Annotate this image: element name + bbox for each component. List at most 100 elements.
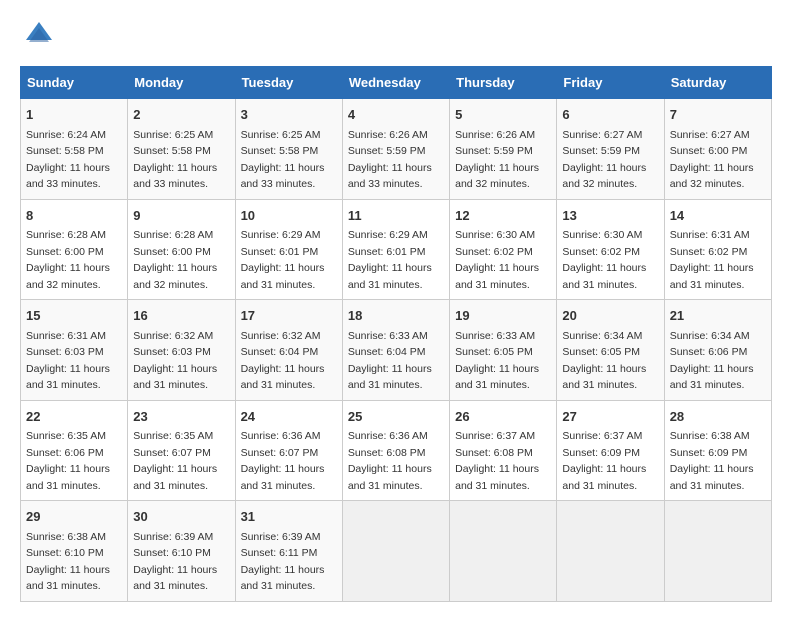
day-info: Sunrise: 6:37 AMSunset: 6:09 PMDaylight:… (562, 430, 646, 492)
calendar-week-row: 22 Sunrise: 6:35 AMSunset: 6:06 PMDayligh… (21, 400, 772, 501)
page-header (20, 20, 772, 50)
calendar-day-cell: 15 Sunrise: 6:31 AMSunset: 6:03 PMDayligh… (21, 300, 128, 401)
day-of-week-header: Monday (128, 67, 235, 99)
calendar-day-cell: 27 Sunrise: 6:37 AMSunset: 6:09 PMDayligh… (557, 400, 664, 501)
calendar-day-cell: 20Sunrise: 6:34 AMSunset: 6:05 PMDayligh… (557, 300, 664, 401)
day-info: Sunrise: 6:32 AMSunset: 6:04 PMDaylight:… (241, 330, 325, 392)
day-number: 1 (26, 105, 122, 125)
day-number: 21 (670, 306, 766, 326)
calendar-day-cell: 8Sunrise: 6:28 AMSunset: 6:00 PMDaylight… (21, 199, 128, 300)
day-info: Sunrise: 6:25 AMSunset: 5:58 PMDaylight:… (241, 129, 325, 191)
calendar-day-cell: 25 Sunrise: 6:36 AMSunset: 6:08 PMDayligh… (342, 400, 449, 501)
calendar-day-cell: 4Sunrise: 6:26 AMSunset: 5:59 PMDaylight… (342, 99, 449, 200)
day-info: Sunrise: 6:32 AMSunset: 6:03 PMDaylight:… (133, 330, 217, 392)
calendar-day-cell: 11 Sunrise: 6:29 AMSunset: 6:01 PMDayligh… (342, 199, 449, 300)
day-number: 23 (133, 407, 229, 427)
logo (20, 20, 54, 50)
day-number: 2 (133, 105, 229, 125)
calendar-day-cell: 10 Sunrise: 6:29 AMSunset: 6:01 PMDayligh… (235, 199, 342, 300)
day-of-week-header: Saturday (664, 67, 771, 99)
day-info: Sunrise: 6:39 AMSunset: 6:10 PMDaylight:… (133, 531, 217, 593)
calendar-day-cell: 2 Sunrise: 6:25 AMSunset: 5:58 PMDaylight… (128, 99, 235, 200)
calendar-week-row: 1 Sunrise: 6:24 AMSunset: 5:58 PMDaylight… (21, 99, 772, 200)
calendar-week-row: 8 Sunrise: 6:28 AMSunset: 6:00 PMDaylight… (21, 199, 772, 300)
calendar-day-cell: 21 Sunrise: 6:34 AMSunset: 6:06 PMDayligh… (664, 300, 771, 401)
calendar-day-cell: 22 Sunrise: 6:35 AMSunset: 6:06 PMDayligh… (21, 400, 128, 501)
day-info: Sunrise: 6:38 AMSunset: 6:10 PMDaylight:… (26, 531, 110, 593)
day-number: 18 (348, 306, 444, 326)
calendar-week-row: 15 Sunrise: 6:31 AMSunset: 6:03 PMDayligh… (21, 300, 772, 401)
day-number: 8 (26, 206, 122, 226)
day-info: Sunrise: 6:31 AMSunset: 6:02 PMDaylight:… (670, 229, 754, 291)
day-number: 10 (241, 206, 337, 226)
day-number: 11 (348, 206, 444, 226)
calendar-day-cell: 29 Sunrise: 6:38 AMSunset: 6:10 PMDayligh… (21, 501, 128, 602)
calendar-day-cell: 18 Sunrise: 6:33 AMSunset: 6:04 PMDayligh… (342, 300, 449, 401)
day-number: 16 (133, 306, 229, 326)
calendar-day-cell: 26 Sunrise: 6:37 AMSunset: 6:08 PMDayligh… (450, 400, 557, 501)
day-info: Sunrise: 6:24 AMSunset: 5:58 PMDaylight:… (26, 129, 110, 191)
day-number: 29 (26, 507, 122, 527)
day-info: Sunrise: 6:33 AMSunset: 6:05 PMDaylight:… (455, 330, 539, 392)
day-of-week-header: Sunday (21, 67, 128, 99)
day-info: Sunrise: 6:33 AMSunset: 6:04 PMDaylight:… (348, 330, 432, 392)
day-info: Sunrise: 6:27 AMSunset: 5:59 PMDaylight:… (562, 129, 646, 191)
logo-icon (24, 20, 54, 50)
day-info: Sunrise: 6:30 AMSunset: 6:02 PMDaylight:… (562, 229, 646, 291)
calendar-day-cell (557, 501, 664, 602)
day-info: Sunrise: 6:30 AMSunset: 6:02 PMDaylight:… (455, 229, 539, 291)
day-number: 26 (455, 407, 551, 427)
day-number: 25 (348, 407, 444, 427)
calendar-day-cell (664, 501, 771, 602)
calendar-day-cell (450, 501, 557, 602)
calendar-day-cell: 30 Sunrise: 6:39 AMSunset: 6:10 PMDayligh… (128, 501, 235, 602)
day-number: 13 (562, 206, 658, 226)
day-number: 19 (455, 306, 551, 326)
day-info: Sunrise: 6:27 AMSunset: 6:00 PMDaylight:… (670, 129, 754, 191)
day-info: Sunrise: 6:31 AMSunset: 6:03 PMDaylight:… (26, 330, 110, 392)
day-info: Sunrise: 6:38 AMSunset: 6:09 PMDaylight:… (670, 430, 754, 492)
day-info: Sunrise: 6:36 AMSunset: 6:07 PMDaylight:… (241, 430, 325, 492)
calendar-day-cell: 17 Sunrise: 6:32 AMSunset: 6:04 PMDayligh… (235, 300, 342, 401)
day-number: 9 (133, 206, 229, 226)
day-number: 12 (455, 206, 551, 226)
day-number: 17 (241, 306, 337, 326)
day-info: Sunrise: 6:25 AMSunset: 5:58 PMDaylight:… (133, 129, 217, 191)
day-number: 20 (562, 306, 658, 326)
day-info: Sunrise: 6:35 AMSunset: 6:07 PMDaylight:… (133, 430, 217, 492)
day-number: 30 (133, 507, 229, 527)
day-number: 3 (241, 105, 337, 125)
day-number: 28 (670, 407, 766, 427)
calendar-day-cell: 1 Sunrise: 6:24 AMSunset: 5:58 PMDaylight… (21, 99, 128, 200)
calendar-week-row: 29 Sunrise: 6:38 AMSunset: 6:10 PMDayligh… (21, 501, 772, 602)
day-number: 27 (562, 407, 658, 427)
calendar-day-cell: 12 Sunrise: 6:30 AMSunset: 6:02 PMDayligh… (450, 199, 557, 300)
calendar-header-row: SundayMondayTuesdayWednesdayThursdayFrid… (21, 67, 772, 99)
calendar-day-cell: 24 Sunrise: 6:36 AMSunset: 6:07 PMDayligh… (235, 400, 342, 501)
day-info: Sunrise: 6:34 AMSunset: 6:06 PMDaylight:… (670, 330, 754, 392)
calendar-day-cell: 19 Sunrise: 6:33 AMSunset: 6:05 PMDayligh… (450, 300, 557, 401)
day-number: 22 (26, 407, 122, 427)
day-info: Sunrise: 6:35 AMSunset: 6:06 PMDaylight:… (26, 430, 110, 492)
day-info: Sunrise: 6:28 AMSunset: 6:00 PMDaylight:… (133, 229, 217, 291)
calendar-day-cell: 14Sunrise: 6:31 AMSunset: 6:02 PMDayligh… (664, 199, 771, 300)
calendar-day-cell: 6 Sunrise: 6:27 AMSunset: 5:59 PMDaylight… (557, 99, 664, 200)
day-number: 24 (241, 407, 337, 427)
day-number: 7 (670, 105, 766, 125)
day-info: Sunrise: 6:36 AMSunset: 6:08 PMDaylight:… (348, 430, 432, 492)
calendar-day-cell: 9 Sunrise: 6:28 AMSunset: 6:00 PMDaylight… (128, 199, 235, 300)
calendar-day-cell: 3 Sunrise: 6:25 AMSunset: 5:58 PMDaylight… (235, 99, 342, 200)
calendar-table: SundayMondayTuesdayWednesdayThursdayFrid… (20, 66, 772, 602)
day-of-week-header: Wednesday (342, 67, 449, 99)
day-of-week-header: Thursday (450, 67, 557, 99)
day-number: 15 (26, 306, 122, 326)
calendar-day-cell (342, 501, 449, 602)
calendar-day-cell: 28 Sunrise: 6:38 AMSunset: 6:09 PMDayligh… (664, 400, 771, 501)
day-info: Sunrise: 6:29 AMSunset: 6:01 PMDaylight:… (348, 229, 432, 291)
day-info: Sunrise: 6:39 AMSunset: 6:11 PMDaylight:… (241, 531, 325, 593)
day-number: 6 (562, 105, 658, 125)
day-info: Sunrise: 6:29 AMSunset: 6:01 PMDaylight:… (241, 229, 325, 291)
day-number: 31 (241, 507, 337, 527)
day-info: Sunrise: 6:37 AMSunset: 6:08 PMDaylight:… (455, 430, 539, 492)
day-info: Sunrise: 6:26 AMSunset: 5:59 PMDaylight:… (348, 129, 432, 191)
